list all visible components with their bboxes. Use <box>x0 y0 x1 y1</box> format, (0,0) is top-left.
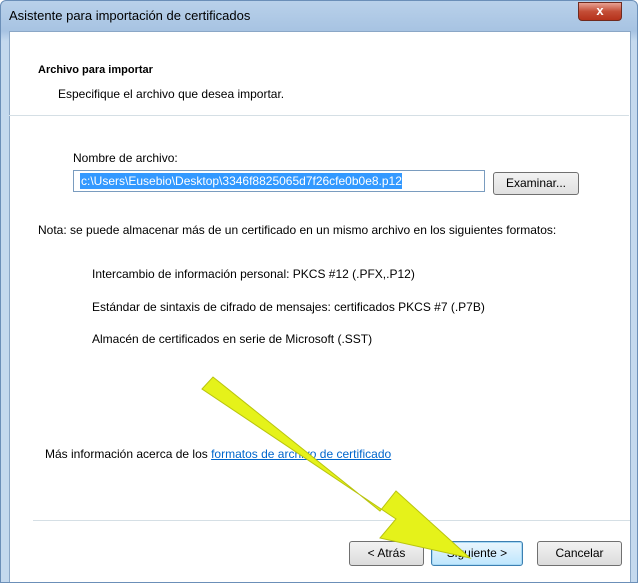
page-description: Especifique el archivo que desea importa… <box>58 87 285 101</box>
file-name-value: c:\Users\Eusebio\Desktop\3346f8825065d7f… <box>80 173 402 189</box>
more-info-prefix: Más información acerca de los <box>45 447 212 461</box>
close-button[interactable]: x <box>578 2 622 21</box>
format-item: Estándar de sintaxis de cifrado de mensa… <box>92 300 485 314</box>
footer-divider <box>33 520 630 521</box>
back-button[interactable]: < Atrás <box>349 541 424 566</box>
file-name-label: Nombre de archivo: <box>73 151 178 165</box>
file-name-input[interactable]: c:\Users\Eusebio\Desktop\3346f8825065d7f… <box>73 170 485 192</box>
title-bar[interactable]: Asistente para importación de certificad… <box>1 1 637 31</box>
formats-note: Nota: se puede almacenar más de un certi… <box>38 223 557 237</box>
format-item: Intercambio de información personal: PKC… <box>92 267 415 281</box>
cancel-button[interactable]: Cancelar <box>537 541 622 566</box>
header-divider <box>9 115 629 116</box>
more-info: Más información acerca de los formatos d… <box>45 447 391 461</box>
window-title: Asistente para importación de certificad… <box>9 8 251 23</box>
browse-button[interactable]: Examinar... <box>493 172 579 195</box>
formats-link[interactable]: formatos de archivo de certificado <box>211 447 391 461</box>
page-title: Archivo para importar <box>38 64 153 76</box>
close-icon: x <box>596 3 604 18</box>
next-button[interactable]: Siguiente > <box>431 541 523 566</box>
format-item: Almacén de certificados en serie de Micr… <box>92 332 373 346</box>
